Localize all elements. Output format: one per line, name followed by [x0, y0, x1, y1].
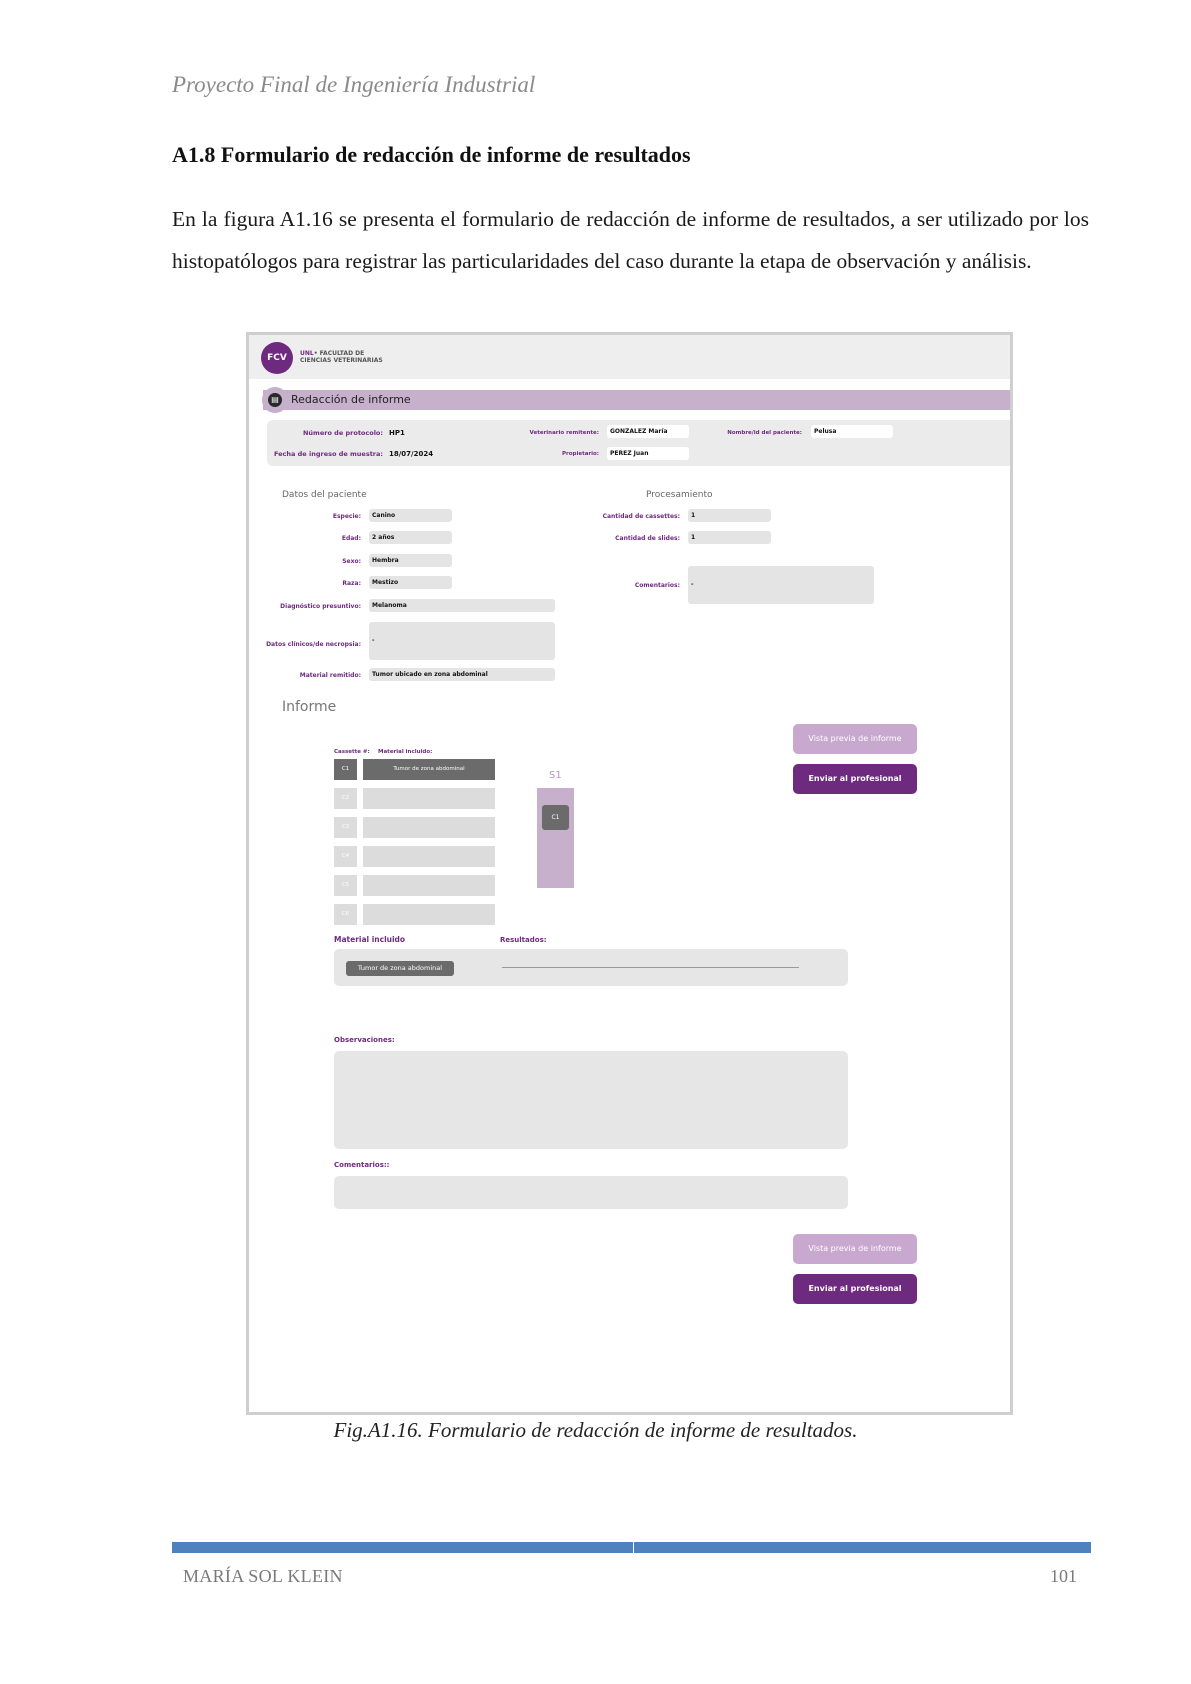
cassette-column-header: Cassette #: [334, 749, 370, 755]
observations-label: Observaciones: [334, 1036, 395, 1044]
cassette-id[interactable]: C2 [334, 788, 357, 809]
age-field[interactable]: 2 años [369, 531, 452, 544]
document-icon: ▤ [268, 393, 282, 407]
footer-author: MARÍA SOL KLEIN [183, 1566, 343, 1586]
cassette-material[interactable] [363, 788, 495, 809]
species-field[interactable]: Canino [369, 509, 452, 522]
material-chip[interactable]: Tumor de zona abdominal [346, 961, 454, 976]
slide-drop-zone[interactable] [537, 788, 574, 888]
clinical-data-label: Datos clínicos/de necropsia: [266, 641, 361, 648]
form-screenshot-figure: FCV UNL• FACULTAD DE CIENCIAS VETERINARI… [246, 332, 1013, 1415]
faculty-line2: CIENCIAS VETERINARIAS [300, 357, 383, 364]
sex-label: Sexo: [342, 558, 361, 565]
cassette-id[interactable]: C3 [334, 817, 357, 838]
sex-field[interactable]: Hembra [369, 554, 452, 567]
vet-field[interactable]: GONZALEZ María [607, 425, 689, 438]
protocol-value: HP1 [389, 429, 405, 437]
intake-date-label: Fecha de ingreso de muestra: [273, 450, 383, 458]
intro-paragraph: En la figura A1.16 se presenta el formul… [172, 207, 1089, 273]
cassette-material[interactable] [363, 904, 495, 925]
material-column-header: Material incluido: [378, 749, 433, 755]
running-header: Proyecto Final de Ingeniería Industrial [172, 72, 536, 97]
intake-date-value: 18/07/2024 [389, 450, 434, 458]
material-sent-label: Material remitido: [299, 672, 361, 679]
owner-label: Propietario: [562, 451, 599, 457]
fcv-logo: FCV [261, 342, 293, 374]
faculty-name: UNL• FACULTAD DE CIENCIAS VETERINARIAS [300, 350, 383, 364]
cassettes-count-field[interactable]: 1 [688, 509, 771, 522]
preview-report-button-bottom[interactable]: Vista previa de informe [793, 1234, 917, 1264]
processing-comments-label: Comentarios: [634, 582, 680, 589]
footer-rule-right [634, 1542, 1091, 1553]
material-sent-field[interactable]: Tumor ubicado en zona abdominal [369, 668, 555, 681]
faculty-line1: • FACULTAD DE [313, 350, 365, 357]
report-section-title: Informe [282, 699, 337, 715]
species-label: Especie: [332, 513, 361, 520]
protocol-label: Número de protocolo: [302, 429, 383, 437]
form-title: Redacción de informe [291, 393, 411, 406]
cassette-id[interactable]: C6 [334, 904, 357, 925]
observations-textarea[interactable] [334, 1051, 848, 1149]
age-label: Edad: [341, 535, 361, 542]
results-label: Resultados: [500, 936, 547, 944]
processing-comments-field[interactable]: - [688, 566, 874, 604]
slides-count-field[interactable]: 1 [688, 531, 771, 544]
results-input-line[interactable] [502, 967, 799, 968]
cassette-id[interactable]: C4 [334, 846, 357, 867]
report-comments-field[interactable] [334, 1176, 848, 1209]
diagnosis-field[interactable]: Melanoma [369, 599, 555, 612]
preview-report-button[interactable]: Vista previa de informe [793, 724, 917, 754]
processing-title: Procesamiento [646, 490, 713, 500]
send-to-vet-button[interactable]: Enviar al profesional remitente [793, 764, 917, 813]
patient-name-label: Nombre/id del paciente: [727, 430, 802, 436]
figure-caption: Fig.A1.16. Formulario de redacción de in… [333, 1418, 858, 1442]
breed-label: Raza: [342, 580, 361, 587]
cassette-material[interactable] [363, 875, 495, 896]
patient-name-field[interactable]: Pelusa [811, 425, 893, 438]
send-to-vet-button-bottom[interactable]: Enviar al profesional remitente [793, 1274, 917, 1323]
patient-data-title: Datos del paciente [282, 490, 367, 500]
page-number: 101 [1050, 1566, 1077, 1586]
cassette-id[interactable]: C1 [334, 759, 357, 780]
cassette-id[interactable]: C5 [334, 875, 357, 896]
slide-label: S1 [549, 770, 562, 781]
owner-field[interactable]: PEREZ Juan [607, 447, 689, 460]
footer-rule-left [172, 1542, 633, 1553]
cassette-material[interactable] [363, 846, 495, 867]
slides-count-label: Cantidad de slides: [615, 535, 680, 542]
cassette-material[interactable]: Tumor de zona abdominal [363, 759, 495, 780]
breed-field[interactable]: Mestizo [369, 576, 452, 589]
slide-cassette-chip[interactable]: C1 [542, 805, 569, 830]
clinical-data-field[interactable]: - [369, 622, 555, 660]
vet-label: Veterinario remitente: [529, 430, 599, 436]
section-heading: A1.8 Formulario de redacción de informe … [172, 142, 691, 167]
cassette-material[interactable] [363, 817, 495, 838]
unl-label: UNL [300, 350, 314, 357]
report-comments-label: Comentarios:: [334, 1161, 390, 1169]
diagnosis-label: Diagnóstico presuntivo: [280, 603, 361, 610]
cassettes-count-label: Cantidad de cassettes: [602, 513, 680, 520]
included-material-label: Material incluido [334, 935, 406, 944]
